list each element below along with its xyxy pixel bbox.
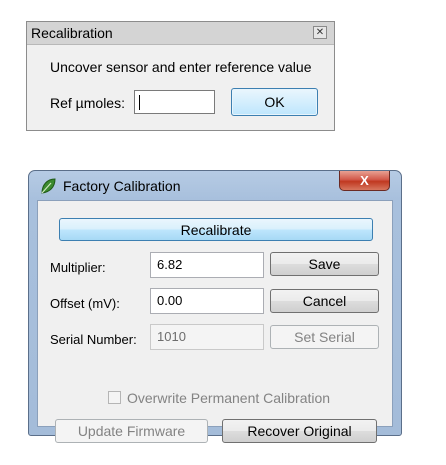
overwrite-checkbox (108, 391, 121, 404)
recalibration-title: Recalibration (31, 25, 113, 41)
update-firmware-button: Update Firmware (55, 419, 208, 443)
offset-label: Offset (mV): (50, 296, 120, 311)
recalibrate-button[interactable]: Recalibrate (59, 218, 373, 241)
recalibration-dialog: Recalibration ✕ Uncover sensor and enter… (26, 21, 335, 131)
cancel-button[interactable]: Cancel (270, 289, 379, 313)
leaf-icon (41, 178, 56, 194)
recalibration-title-bar[interactable]: Recalibration (27, 22, 334, 45)
factory-calibration-title: Factory Calibration (63, 178, 181, 194)
multiplier-input[interactable]: 6.82 (150, 252, 264, 278)
serial-number-input: 1010 (150, 324, 264, 350)
recalibration-message: Uncover sensor and enter reference value (50, 59, 312, 75)
factory-calibration-body: Recalibrate Multiplier: 6.82 Save Offset… (37, 200, 393, 443)
multiplier-label: Multiplier: (50, 260, 106, 275)
overwrite-label: Overwrite Permanent Calibration (127, 390, 331, 406)
save-button[interactable]: Save (270, 252, 379, 276)
close-icon[interactable]: ✕ (313, 26, 327, 39)
offset-input[interactable]: 0.00 (150, 288, 264, 314)
recover-original-button[interactable]: Recover Original (222, 419, 377, 443)
close-icon: X (360, 173, 369, 188)
close-button[interactable]: X (339, 171, 390, 191)
ref-umoles-input[interactable] (134, 90, 215, 114)
serial-number-label: Serial Number: (50, 332, 137, 347)
factory-calibration-dialog: Factory Calibration X Recalibrate Multip… (28, 170, 402, 443)
ref-umoles-label: Ref µmoles: (50, 95, 125, 111)
ok-button[interactable]: OK (231, 88, 318, 116)
text-caret (139, 95, 140, 110)
set-serial-button: Set Serial (270, 325, 379, 349)
